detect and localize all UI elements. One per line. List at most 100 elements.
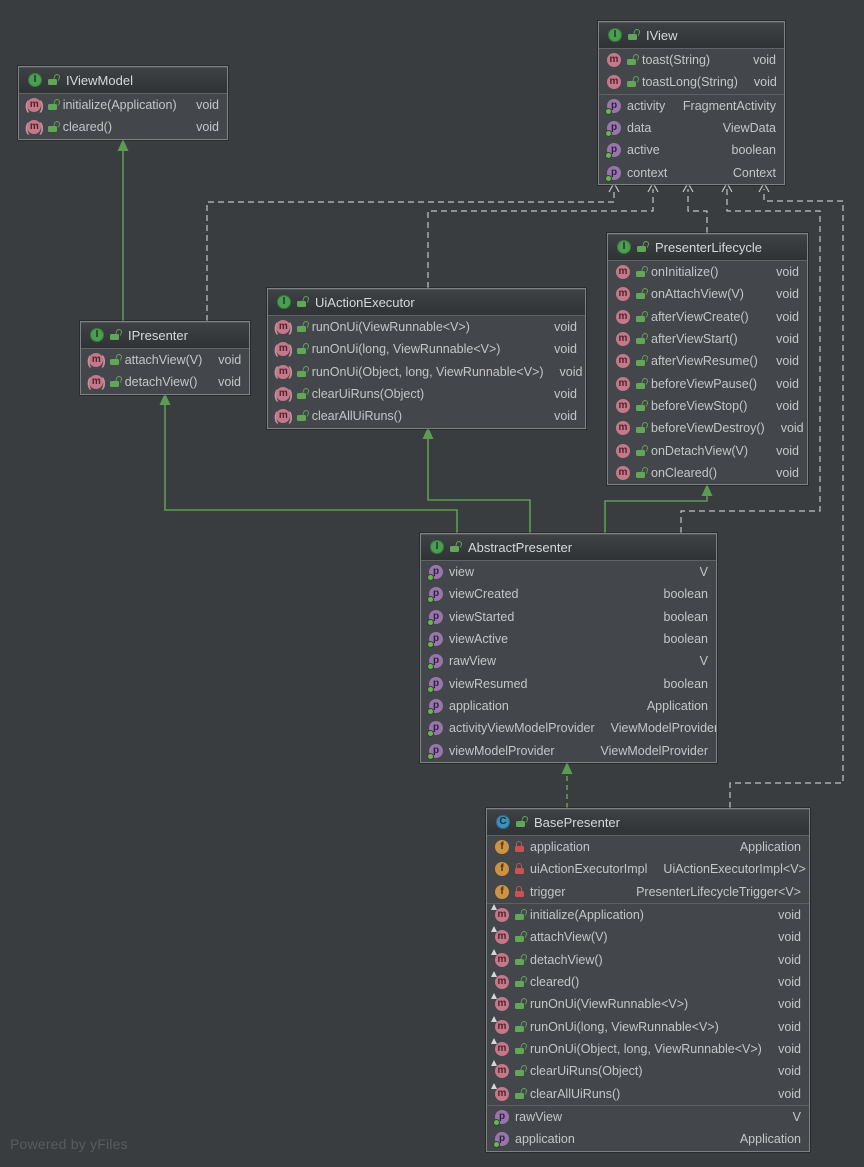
member-name: application xyxy=(449,699,509,714)
member-row[interactable]: m toastLong(String) void xyxy=(599,71,784,93)
member-row[interactable]: m toast(String) void xyxy=(599,49,784,71)
class-node-UiActionExecutor[interactable]: I UiActionExecutor (m) runOnUi(ViewRunnable… xyxy=(267,288,586,429)
member-name: viewModelProvider xyxy=(449,743,555,758)
member-row[interactable]: (m) runOnUi(ViewRunnable<V>) void xyxy=(268,316,585,338)
member-row[interactable]: (m) cleared() void xyxy=(19,116,227,138)
member-row[interactable]: m runOnUi(Object, long, ViewRunnable<V>) v… xyxy=(487,1038,809,1060)
member-row[interactable]: f trigger PresenterLifecycleTrigger<V> xyxy=(487,881,809,903)
member-row[interactable]: m beforeViewStop() void xyxy=(608,395,807,417)
member-row[interactable]: p rawView V xyxy=(421,650,716,672)
member-row[interactable]: m onDetachView(V) void xyxy=(608,440,807,462)
class-header-IPresenter[interactable]: I IPresenter xyxy=(81,322,249,349)
public-lock-icon xyxy=(450,546,459,552)
member-row[interactable]: m onCleared() void xyxy=(608,462,807,484)
member-row[interactable]: (m) initialize(Application) void xyxy=(19,94,227,116)
member-row[interactable]: p viewActive boolean xyxy=(421,628,716,650)
abstract-method-icon: (m) xyxy=(274,364,293,379)
class-node-IViewModel[interactable]: I IViewModel (m) initialize(Application) voi… xyxy=(18,66,228,140)
member-row[interactable]: m onAttachView(V) void xyxy=(608,283,807,305)
section-fields: f application Application f uiActionExecutor… xyxy=(487,836,809,903)
edge-implements-BasePresenter-AbstractPresenter[interactable] xyxy=(561,762,573,808)
member-name: onInitialize() xyxy=(651,265,719,280)
member-row[interactable]: f uiActionExecutorImpl UiActionExecutorImp… xyxy=(487,858,809,880)
class-header-BasePresenter[interactable]: C BasePresenter xyxy=(487,809,809,836)
member-type: void xyxy=(776,466,799,481)
edge-extends-AbstractPresenter-PresenterLifecycle[interactable] xyxy=(604,484,713,533)
member-row[interactable]: m detachView() void xyxy=(487,948,809,971)
interface-icon: I xyxy=(617,240,631,254)
class-header-PresenterLifecycle[interactable]: I PresenterLifecycle xyxy=(608,234,807,261)
member-row[interactable]: m runOnUi(long, ViewRunnable<V>) void xyxy=(487,1015,809,1038)
member-type: void xyxy=(554,387,577,402)
member-row[interactable]: p context Context xyxy=(599,162,784,184)
public-lock-icon xyxy=(109,359,119,366)
section-methods: m initialize(Application) void m attachView(… xyxy=(487,902,809,1105)
member-row[interactable]: (m) runOnUi(long, ViewRunnable<V>) void xyxy=(268,338,585,360)
member-name: activity xyxy=(627,98,666,113)
private-lock-icon xyxy=(515,885,524,897)
member-row[interactable]: (m) attachView(V) void xyxy=(81,349,249,371)
member-row[interactable]: f application Application xyxy=(487,836,809,858)
edge-dependency-PresenterLifecycle-IView[interactable] xyxy=(682,181,708,233)
member-row[interactable]: m onInitialize() void xyxy=(608,261,807,283)
edge-extends-AbstractPresenter-UiActionExecutor[interactable] xyxy=(422,427,531,533)
member-name: initialize(Application) xyxy=(62,98,177,113)
member-row[interactable]: p viewResumed boolean xyxy=(421,673,716,695)
member-row[interactable]: m beforeViewDestroy() void xyxy=(608,417,807,439)
class-node-IPresenter[interactable]: I IPresenter (m) attachView(V) void (m) detach… xyxy=(80,321,250,395)
property-icon: p xyxy=(427,565,443,582)
class-node-AbstractPresenter[interactable]: I AbstractPresenter p view Vp viewCreated bool… xyxy=(420,533,717,763)
class-icon: C xyxy=(496,815,510,829)
member-row[interactable]: p viewStarted boolean xyxy=(421,606,716,628)
member-type: void xyxy=(778,1042,801,1057)
public-lock-icon xyxy=(515,1003,524,1010)
member-row[interactable]: p rawView V xyxy=(487,1106,809,1128)
member-row[interactable]: (m) detachView() void xyxy=(81,371,249,393)
member-row[interactable]: m runOnUi(ViewRunnable<V>) void xyxy=(487,993,809,1015)
member-row[interactable]: p active boolean xyxy=(599,139,784,161)
class-node-BasePresenter[interactable]: C BasePresenter f application Application f ui… xyxy=(486,808,810,1152)
member-type: void xyxy=(776,354,799,369)
public-lock-icon xyxy=(296,415,306,422)
public-lock-icon xyxy=(627,59,636,66)
member-name: application xyxy=(515,1132,575,1147)
class-header-AbstractPresenter[interactable]: I AbstractPresenter xyxy=(421,534,716,561)
member-row[interactable]: p data ViewData xyxy=(599,117,784,139)
property-icon: p xyxy=(427,743,443,760)
member-row[interactable]: p viewModelProvider ViewModelProvider xyxy=(421,740,716,762)
member-row[interactable]: m afterViewStart() void xyxy=(608,328,807,350)
member-row[interactable]: (m) runOnUi(Object, long, ViewRunnable<V>… xyxy=(268,361,585,383)
member-row[interactable]: p view V xyxy=(421,561,716,583)
class-header-IViewModel[interactable]: I IViewModel xyxy=(19,67,227,94)
member-row[interactable]: m clearUiRuns(Object) void xyxy=(487,1060,809,1082)
member-row[interactable]: m afterViewCreate() void xyxy=(608,306,807,328)
member-row[interactable]: m attachView(V) void xyxy=(487,926,809,948)
member-row[interactable]: p application Application xyxy=(487,1128,809,1150)
member-row[interactable]: p viewCreated boolean xyxy=(421,583,716,605)
member-type: void xyxy=(776,399,799,414)
class-header-IView[interactable]: I IView xyxy=(599,22,784,49)
edge-extends-IPresenter-IViewModel[interactable] xyxy=(117,139,129,321)
member-row[interactable]: p application Application xyxy=(421,695,716,717)
class-node-IView[interactable]: I IView m toast(String) void m toastLong(Strin… xyxy=(598,21,785,185)
member-row[interactable]: p activity FragmentActivity xyxy=(599,95,784,117)
class-node-PresenterLifecycle[interactable]: I PresenterLifecycle m onInitialize() void m o… xyxy=(607,233,808,486)
member-row[interactable]: m clearAllUiRuns() void xyxy=(487,1082,809,1105)
public-lock-icon xyxy=(516,821,525,827)
member-type: Application xyxy=(646,699,708,714)
member-row[interactable]: (m) clearAllUiRuns() void xyxy=(268,405,585,427)
member-row[interactable]: p activityViewModelProvider ViewModelProvi… xyxy=(421,717,716,739)
class-header-UiActionExecutor[interactable]: I UiActionExecutor xyxy=(268,289,585,316)
field-icon: f xyxy=(495,862,509,877)
member-row[interactable]: m initialize(Application) void xyxy=(487,904,809,926)
member-row[interactable]: (m) clearUiRuns(Object) void xyxy=(268,383,585,405)
member-name: detachView() xyxy=(530,952,603,967)
member-name: viewCreated xyxy=(449,587,519,602)
member-type: ViewModelProvider xyxy=(600,743,708,758)
member-row[interactable]: m afterViewResume() void xyxy=(608,350,807,372)
public-lock-icon xyxy=(515,958,524,965)
uml-diagram-canvas[interactable]: I IViewModel (m) initialize(Application) voi… xyxy=(0,0,864,1167)
property-icon: p xyxy=(605,98,621,115)
member-row[interactable]: m cleared() void xyxy=(487,971,809,993)
member-row[interactable]: m beforeViewPause() void xyxy=(608,373,807,395)
